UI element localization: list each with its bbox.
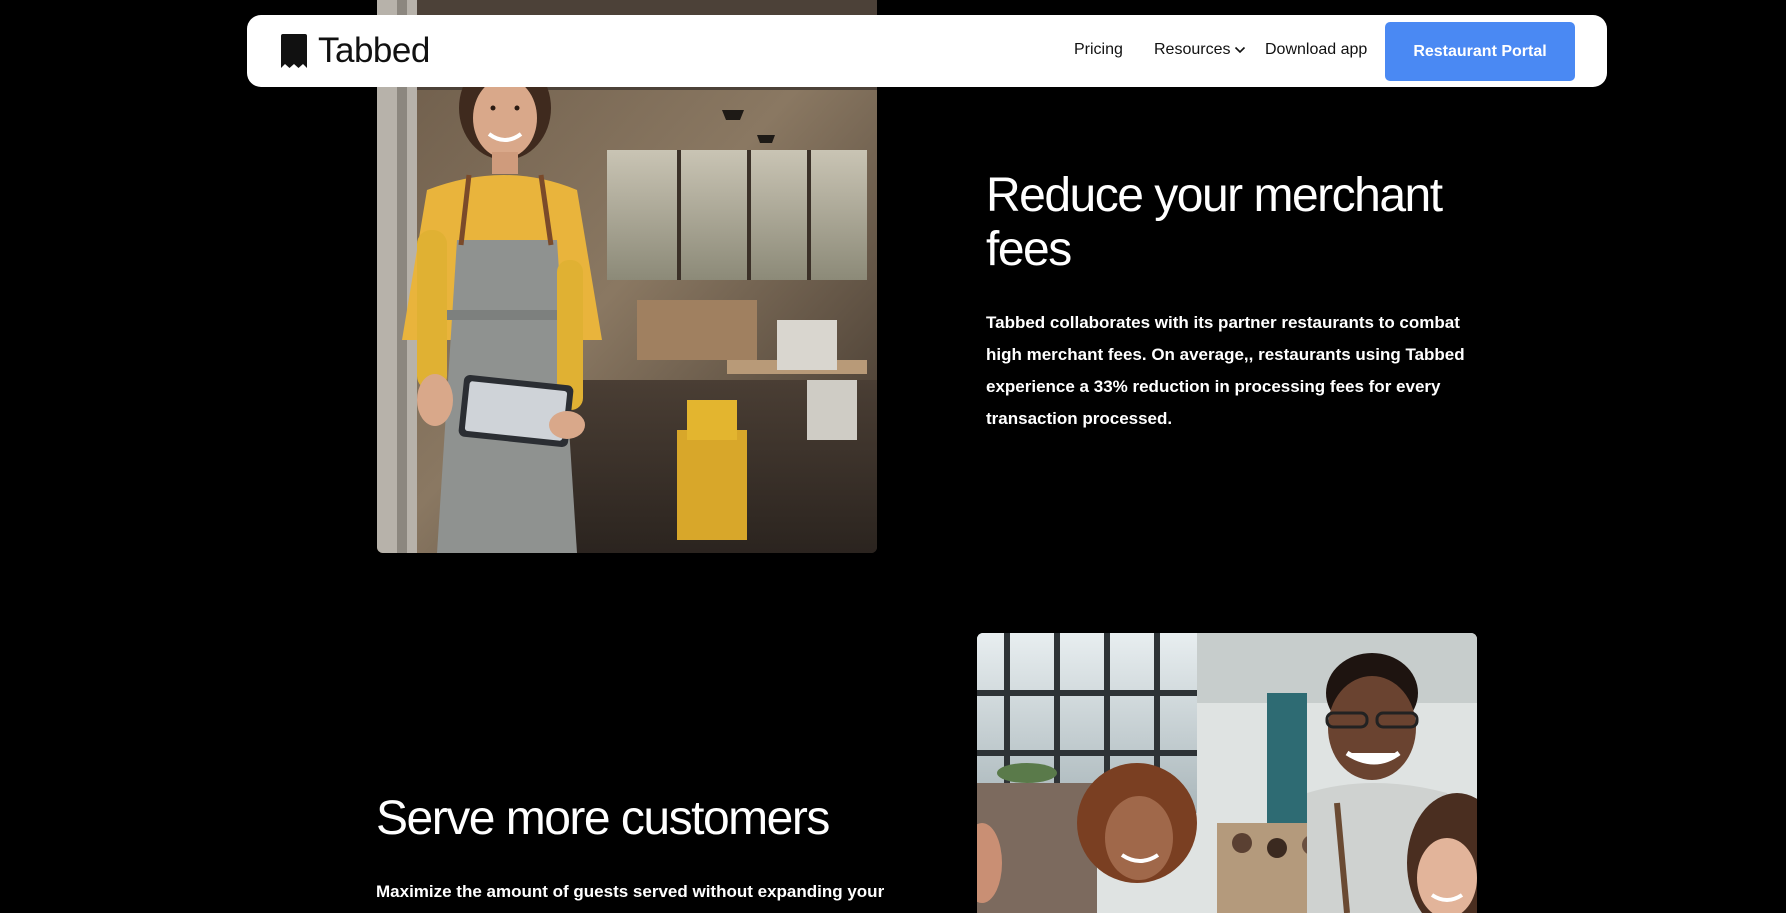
nav-resources-label: Resources xyxy=(1154,41,1231,58)
chevron-down-icon xyxy=(1235,46,1246,54)
top-navbar: Tabbed Pricing Resources Download app Re… xyxy=(247,15,1607,87)
nav-download-app-link[interactable]: Download app xyxy=(1265,39,1367,61)
nav-resources-dropdown[interactable]: Resources xyxy=(1154,39,1246,61)
section-body-merchant-fees: Tabbed collaborates with its partner res… xyxy=(986,313,1465,428)
section-title-merchant-fees: Reduce your merchant fees xyxy=(986,169,1443,276)
brand-name: Tabbed xyxy=(318,31,430,70)
brand-logo[interactable]: Tabbed xyxy=(281,32,430,70)
receipt-icon xyxy=(281,34,307,68)
section-title-serve-more: Serve more customers xyxy=(376,792,830,845)
nav-pricing-link[interactable]: Pricing xyxy=(1074,39,1123,61)
section-body-serve-more: Maximize the amount of guests served wit… xyxy=(376,882,885,901)
restaurant-portal-button[interactable]: Restaurant Portal xyxy=(1385,22,1575,81)
diners-photo xyxy=(977,633,1477,913)
